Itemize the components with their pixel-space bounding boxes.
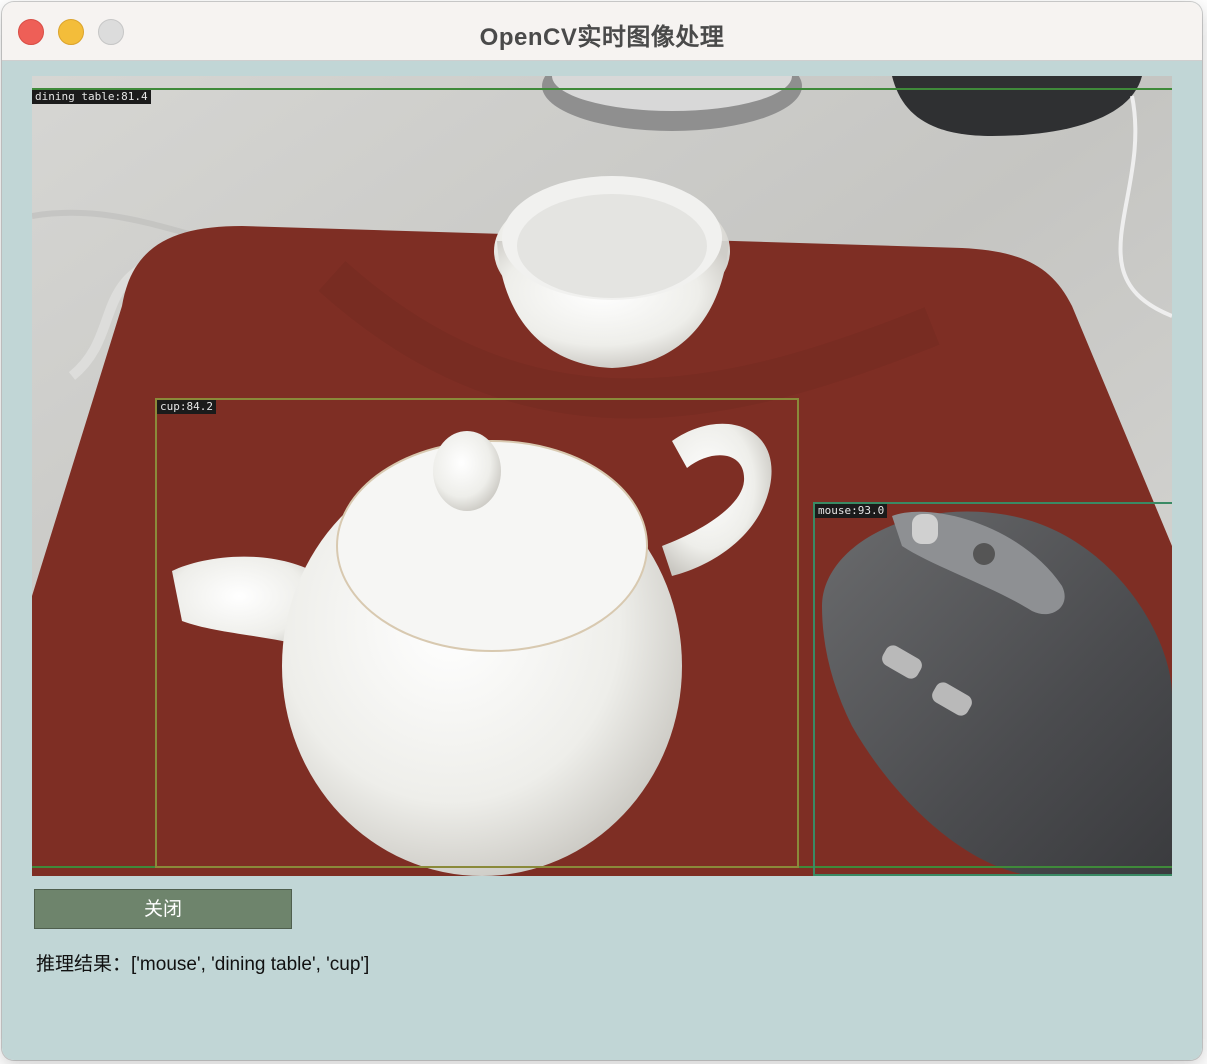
bbox-cup: cup:84.2 bbox=[155, 398, 799, 868]
window-title: OpenCV实时图像处理 bbox=[479, 24, 725, 51]
title-bar: OpenCV实时图像处理 bbox=[2, 2, 1202, 61]
inference-result-value: ['mouse', 'dining table', 'cup'] bbox=[131, 954, 370, 975]
app-window: OpenCV实时图像处理 dining table:81.4 cup:84.2 … bbox=[2, 2, 1202, 1060]
bbox-label-mouse: mouse:93.0 bbox=[815, 504, 888, 518]
inference-result: 推理结果：['mouse', 'dining table', 'cup'] bbox=[36, 949, 369, 976]
bbox-mouse: mouse:93.0 bbox=[813, 502, 1172, 876]
bbox-label-cup: cup:84.2 bbox=[157, 400, 216, 414]
bbox-label-dining-table: dining table:81.4 bbox=[32, 90, 151, 104]
close-button[interactable]: 关闭 bbox=[34, 889, 292, 929]
inference-result-prefix: 推理结果： bbox=[36, 954, 132, 975]
camera-frame: dining table:81.4 cup:84.2 mouse:93.0 bbox=[32, 76, 1172, 876]
